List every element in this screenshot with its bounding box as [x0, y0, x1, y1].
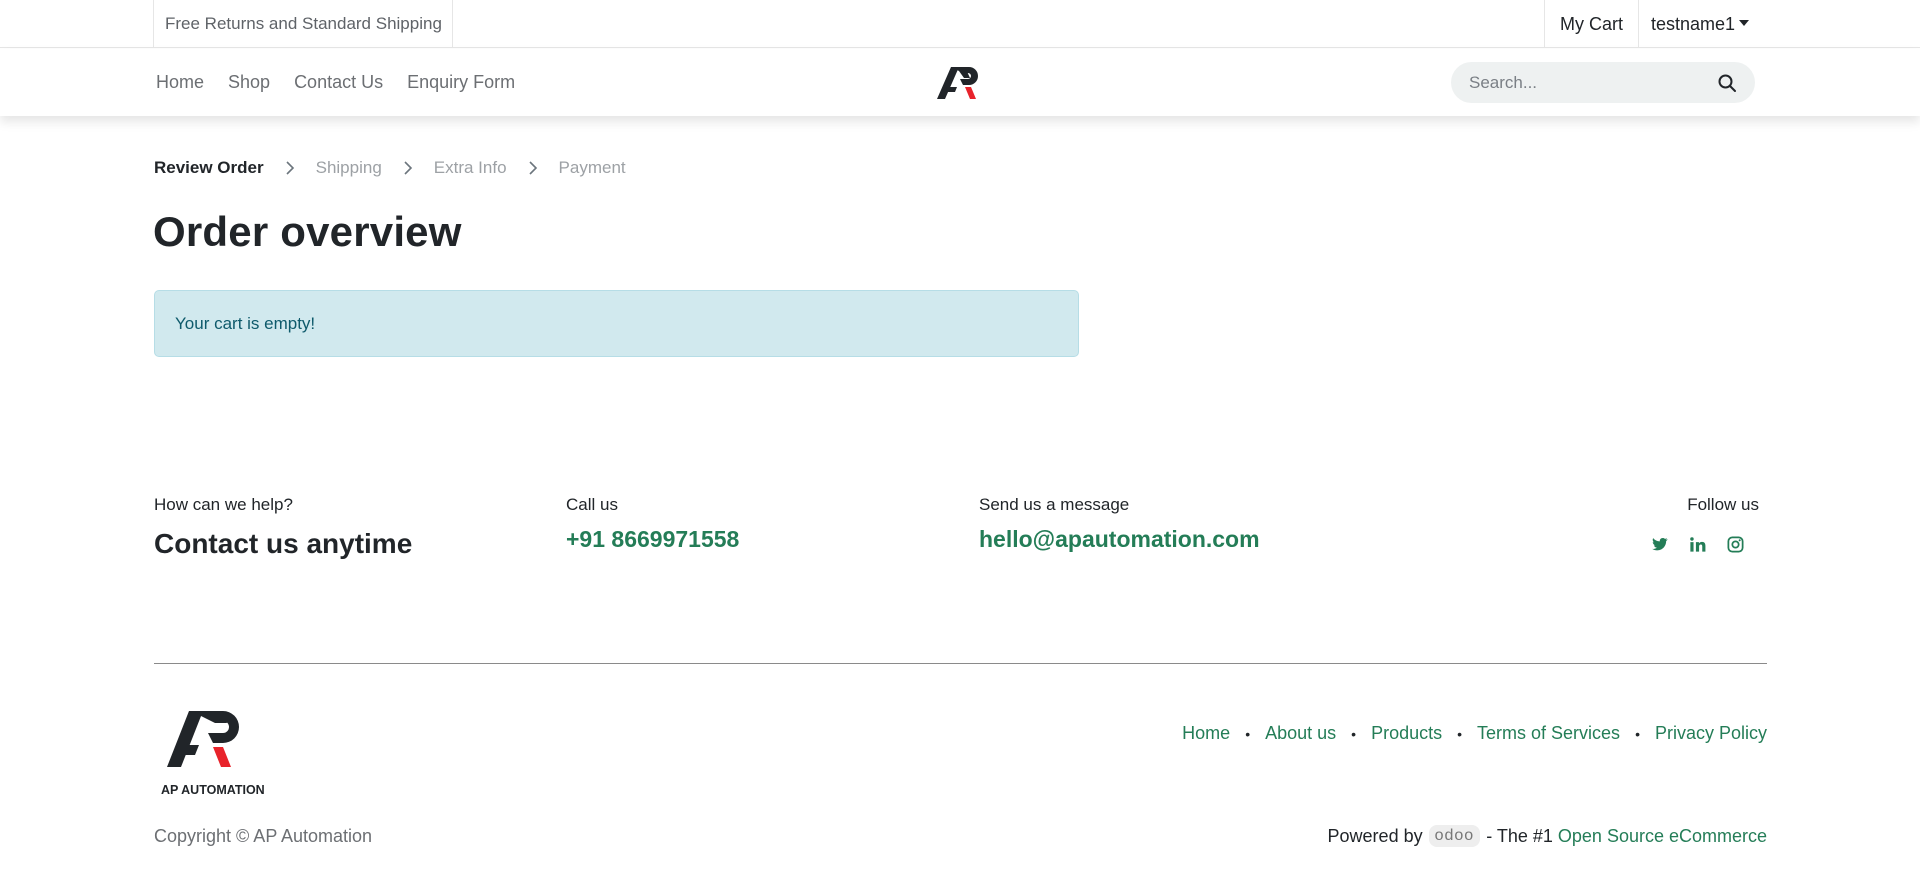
footer-links: Home • About us • Products • Terms of Se…	[1182, 723, 1767, 744]
footer-link-home[interactable]: Home	[1182, 723, 1230, 744]
caret-down-icon	[1739, 20, 1750, 27]
footer-divider	[154, 663, 1767, 664]
footer-logo-text: AP AUTOMATION	[161, 783, 265, 797]
linkedin-icon[interactable]	[1688, 535, 1707, 554]
separator-dot: •	[1351, 725, 1357, 742]
footer-link-about-us[interactable]: About us	[1265, 723, 1336, 744]
footer-link-privacy[interactable]: Privacy Policy	[1655, 723, 1767, 744]
search-icon[interactable]	[1717, 73, 1737, 93]
odoo-logo[interactable]: odoo	[1428, 825, 1481, 847]
chevron-right-icon	[404, 161, 412, 175]
nav-links: Home Shop Contact Us Enquiry Form	[154, 49, 537, 116]
nav-enquiry-form[interactable]: Enquiry Form	[405, 72, 517, 93]
search-input[interactable]	[1469, 62, 1699, 103]
separator-dot: •	[1457, 725, 1463, 742]
follow-label: Follow us	[1687, 495, 1759, 514]
powered-by: Powered by odoo - The #1 Open Source eCo…	[1328, 825, 1767, 847]
powered-tagline: - The #1	[1486, 825, 1553, 846]
contact-heading: Contact us anytime	[154, 528, 413, 559]
brand-logo[interactable]	[935, 61, 983, 101]
message-label: Send us a message	[979, 495, 1130, 514]
nav-shop[interactable]: Shop	[226, 72, 272, 93]
twitter-icon[interactable]	[1650, 535, 1669, 554]
footer-link-products[interactable]: Products	[1371, 723, 1442, 744]
user-menu[interactable]: testname1	[1651, 0, 1750, 48]
alert-text: Your cart is empty!	[175, 314, 316, 333]
main-navbar: Home Shop Contact Us Enquiry Form	[0, 49, 1920, 116]
footer-link-terms[interactable]: Terms of Services	[1477, 723, 1620, 744]
separator-dot: •	[1635, 725, 1640, 742]
nav-home[interactable]: Home	[154, 72, 206, 93]
separator-dot: •	[1245, 725, 1251, 742]
step-review-order[interactable]: Review Order	[154, 158, 264, 178]
top-bar: Free Returns and Standard Shipping My Ca…	[0, 0, 1920, 48]
powered-by-label: Powered by	[1327, 825, 1423, 846]
user-name: testname1	[1651, 14, 1736, 34]
phone-link[interactable]: +91 8669971558	[566, 526, 739, 553]
footer-logo[interactable]: AP AUTOMATION	[159, 693, 269, 799]
search-box	[1451, 62, 1755, 103]
my-cart-link[interactable]: My Cart	[1544, 0, 1639, 48]
copyright-text: Copyright © AP Automation	[154, 826, 373, 846]
open-source-ecommerce-link[interactable]: Open Source eCommerce	[1558, 826, 1767, 847]
chevron-right-icon	[286, 161, 294, 175]
nav-contact-us[interactable]: Contact Us	[292, 72, 385, 93]
help-label: How can we help?	[154, 495, 293, 514]
promo-text: Free Returns and Standard Shipping	[153, 0, 453, 48]
step-extra-info: Extra Info	[433, 158, 507, 177]
instagram-icon[interactable]	[1726, 535, 1745, 554]
email-link[interactable]: hello@apautomation.com	[979, 526, 1260, 553]
step-shipping: Shipping	[315, 158, 382, 177]
call-label: Call us	[566, 495, 618, 514]
empty-cart-alert: Your cart is empty!	[154, 290, 1079, 357]
social-links	[1650, 535, 1745, 554]
checkout-steps: Review Order Shipping Extra Info Payment	[154, 158, 626, 178]
page-title: Order overview	[153, 208, 462, 255]
step-payment: Payment	[558, 158, 626, 177]
chevron-right-icon	[528, 161, 537, 175]
